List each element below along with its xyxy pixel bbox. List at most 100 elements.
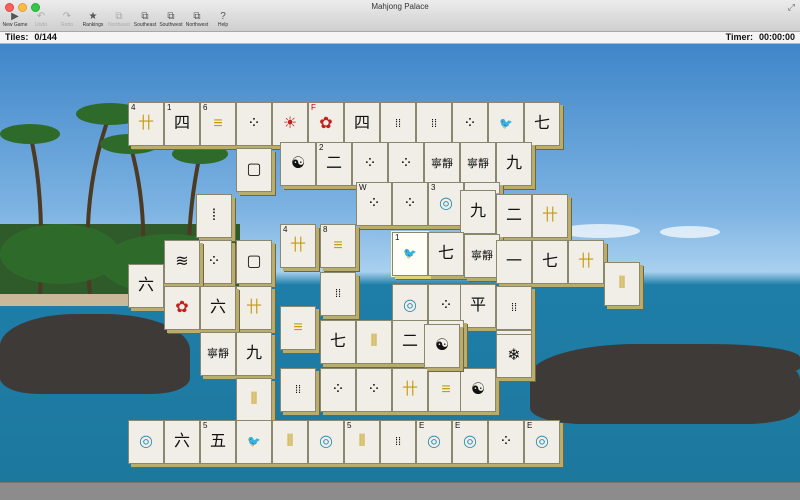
mahjong-tile[interactable]: ≡ [280, 306, 316, 350]
mahjong-tile[interactable]: ⁘ [356, 368, 392, 412]
mahjong-tile[interactable]: 二 [392, 320, 428, 364]
mahjong-tile[interactable]: ⦀ [272, 420, 308, 464]
mahjong-tile[interactable]: ⁘ [488, 420, 524, 464]
mahjong-tile[interactable]: 🐦 [236, 420, 272, 464]
mahjong-tile[interactable]: 🐦 [488, 102, 524, 146]
mahjong-tile[interactable]: ⦀ [604, 262, 640, 306]
mahjong-tile[interactable]: 一 [496, 240, 532, 284]
background-scene: 4卄1四6≡⁘☀F✿四⁞⁞⁞⁞⁘🐦七▢☯2二⁘⁘寧靜寧靜九⁞W⁘⁘3◎◎九二卄⁘… [0, 44, 800, 482]
mahjong-tile[interactable]: 四 [344, 102, 380, 146]
mahjong-tile[interactable]: 1四 [164, 102, 200, 146]
northwest-button[interactable]: ⧉ Northwest [184, 11, 210, 31]
mahjong-tile[interactable]: 二 [496, 194, 532, 238]
mahjong-tile[interactable]: 5 ⦀ [344, 420, 380, 464]
tile-symbol: ❄ [507, 347, 521, 364]
mahjong-tile[interactable]: ⁘ [392, 182, 428, 226]
mahjong-tile[interactable]: ⁘ [452, 102, 488, 146]
mahjong-tile[interactable]: ⦀ [356, 320, 392, 364]
fullscreen-icon[interactable]: ⤢ [788, 2, 795, 13]
mahjong-tile[interactable]: E ◎ [416, 420, 452, 464]
mahjong-tile[interactable]: ❄ [496, 334, 532, 378]
redo-button[interactable]: ↷ Redo [54, 11, 80, 31]
new-game-button[interactable]: ▶ New Game [2, 11, 28, 31]
mahjong-tile[interactable]: 2二 [316, 142, 352, 186]
mahjong-tile[interactable]: 七 [320, 320, 356, 364]
mahjong-tile[interactable]: 5五 [200, 420, 236, 464]
tile-symbol: ◎ [535, 433, 549, 450]
tile-symbol: ◎ [463, 433, 477, 450]
mahjong-tile[interactable]: 卄 [236, 286, 272, 330]
rankings-button[interactable]: ★ Rankings [80, 11, 106, 31]
mahjong-tile[interactable]: 九 [496, 142, 532, 186]
mahjong-tile[interactable]: 六 [200, 286, 236, 330]
mahjong-tile[interactable]: E ◎ [452, 420, 488, 464]
mahjong-tile[interactable]: 九 [460, 190, 496, 234]
mahjong-tile[interactable]: 6 ≡ [200, 102, 236, 146]
mahjong-tile[interactable]: ⁞⁞ [496, 286, 532, 330]
mahjong-tile[interactable]: ☀ [272, 102, 308, 146]
mahjong-tile[interactable]: ▢ [236, 148, 272, 192]
mahjong-tile[interactable]: ⁘ [388, 142, 424, 186]
mahjong-tile[interactable]: 4卄 [128, 102, 164, 146]
mahjong-tile[interactable]: ✿ [164, 286, 200, 330]
window-bottom-bar [0, 482, 800, 500]
mahjong-tile[interactable]: ⁞⁞ [416, 102, 452, 146]
tile-symbol: ⁘ [247, 115, 261, 132]
mahjong-tile[interactable]: 平 [460, 284, 496, 328]
mahjong-tile[interactable]: ▢ [236, 240, 272, 284]
tile-symbol: ◎ [439, 195, 453, 212]
mahjong-tile[interactable]: 卄 [392, 368, 428, 412]
mahjong-tile[interactable]: 寧靜 [200, 332, 236, 376]
mahjong-tile[interactable]: 六 [164, 420, 200, 464]
mahjong-tile[interactable]: W ⁘ [356, 182, 392, 226]
mahjong-tile[interactable]: 3 ◎ [428, 182, 464, 226]
mahjong-tile[interactable]: ⁞ [196, 194, 232, 238]
mahjong-tile[interactable]: ☯ [460, 368, 496, 412]
title-bar: Mahjong Palace ⤢ ▶ New Game ↶ Undo ↷ Redo ★ Ran… [0, 0, 800, 32]
mahjong-tile[interactable]: ⦀ [236, 378, 272, 422]
mahjong-tile[interactable]: 8 ≡ [320, 224, 356, 268]
southwest-button[interactable]: ⧉ Southwest [158, 11, 184, 31]
tile-symbol: 卄 [245, 299, 262, 316]
mahjong-tile[interactable]: ⁞⁞ [280, 368, 316, 412]
mahjong-tile[interactable]: ≡ [428, 368, 464, 412]
mahjong-tile[interactable]: 4卄 [280, 224, 316, 268]
mahjong-tile[interactable]: 七 [524, 102, 560, 146]
mahjong-tile[interactable]: ⁞⁞ [320, 272, 356, 316]
mahjong-tile[interactable]: ⁞⁞ [380, 420, 416, 464]
mahjong-tile[interactable]: ☯ [280, 142, 316, 186]
mahjong-tile[interactable]: ☯ [424, 324, 460, 368]
mahjong-tile[interactable]: E ◎ [524, 420, 560, 464]
mahjong-tile[interactable]: 寧靜 [424, 142, 460, 186]
mahjong-tile[interactable]: 寧靜 [460, 142, 496, 186]
tile-symbol: ◎ [427, 433, 441, 450]
mahjong-tile[interactable]: ⁘ [320, 368, 356, 412]
mahjong-tile[interactable]: 1 🐦 [392, 232, 428, 276]
undo-button[interactable]: ↶ Undo [28, 11, 54, 31]
southeast-button[interactable]: ⧉ Southeast [132, 11, 158, 31]
mahjong-board: 4卄1四6≡⁘☀F✿四⁞⁞⁞⁞⁘🐦七▢☯2二⁘⁘寧靜寧靜九⁞W⁘⁘3◎◎九二卄⁘… [0, 44, 800, 482]
mahjong-tile[interactable]: F ✿ [308, 102, 344, 146]
mahjong-tile[interactable]: 寧靜 [464, 234, 500, 278]
mahjong-tile[interactable]: 九 [236, 332, 272, 376]
mahjong-tile[interactable]: 六 [128, 264, 164, 308]
mahjong-tile[interactable]: ≋ [164, 240, 200, 284]
mahjong-tile[interactable]: ⁘ [236, 102, 272, 146]
mahjong-tile[interactable]: ⁘ [196, 240, 232, 284]
tile-symbol: 平 [469, 297, 486, 314]
mahjong-tile[interactable]: 七 [532, 240, 568, 284]
tile-symbol: 七 [533, 115, 550, 132]
timer-value: 00:00:00 [758, 32, 795, 42]
northeast-button[interactable]: ⧉ Northeast [106, 11, 132, 31]
mahjong-tile[interactable]: 七 [428, 232, 464, 276]
view-northwest-icon: ⧉ [193, 11, 201, 22]
mahjong-tile[interactable]: ⁞⁞ [380, 102, 416, 146]
mahjong-tile[interactable]: 卄 [568, 240, 604, 284]
tile-index-label: 2 [319, 143, 324, 152]
tile-symbol: 🐦 [247, 435, 261, 448]
mahjong-tile[interactable]: ◎ [128, 420, 164, 464]
mahjong-tile[interactable]: ⁘ [352, 142, 388, 186]
mahjong-tile[interactable]: 卄 [532, 194, 568, 238]
mahjong-tile[interactable]: ◎ [308, 420, 344, 464]
help-button[interactable]: ? Help [210, 11, 236, 31]
